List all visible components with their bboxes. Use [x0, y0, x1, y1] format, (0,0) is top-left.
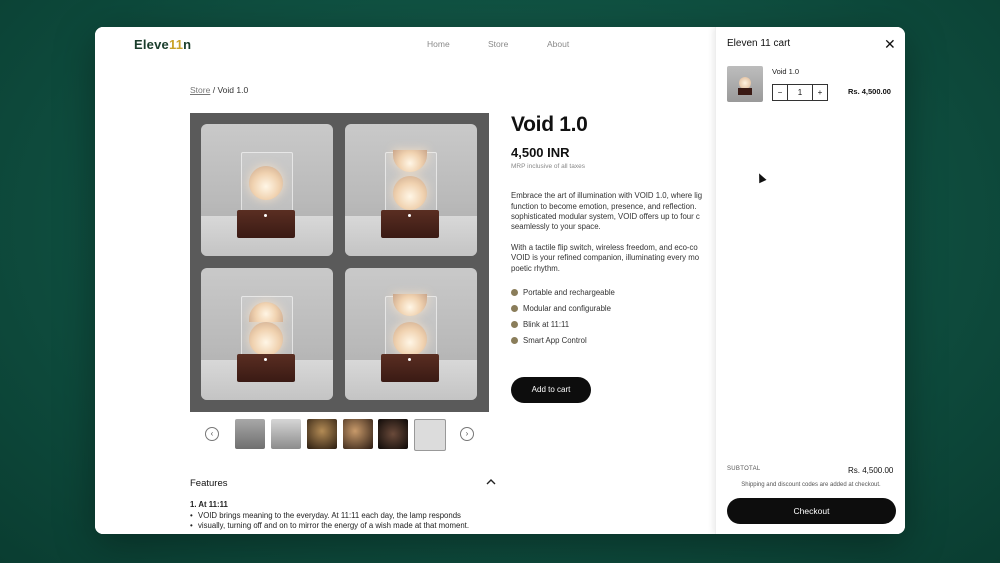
- shipping-note: Shipping and discount codes are added at…: [741, 482, 881, 488]
- description-line: VOID is your refined companion, illumina…: [511, 253, 700, 262]
- quantity-value[interactable]: 1: [788, 85, 812, 100]
- thumbnail-6[interactable]: [414, 419, 446, 451]
- product-image[interactable]: [190, 113, 489, 412]
- feature-item-text: VOID brings meaning to the everyday. At …: [190, 511, 500, 522]
- subtotal-value: Rs. 4,500.00: [848, 466, 894, 475]
- breadcrumb: Store / Void 1.0: [190, 85, 248, 95]
- description-line: sophisticated modular system, VOID offer…: [511, 212, 700, 221]
- logo-text: Eleve: [134, 37, 169, 52]
- lamp-image-tile: [201, 268, 333, 400]
- checkout-button[interactable]: Checkout: [727, 498, 896, 524]
- description-line: function to become emotion, presence, an…: [511, 202, 697, 211]
- breadcrumb-current: Void 1.0: [217, 85, 249, 95]
- product-page: Eleve11n Home Store About Store / Void 1…: [95, 27, 715, 534]
- description-line: seamlessly to your space.: [511, 222, 601, 231]
- decrease-quantity-button[interactable]: −: [773, 85, 788, 100]
- close-icon[interactable]: ✕: [884, 37, 896, 51]
- feature-bullet: Blink at 11:11: [511, 320, 569, 329]
- thumbnail-4[interactable]: [343, 419, 373, 449]
- features-heading[interactable]: Features: [190, 478, 228, 489]
- cart-title: Eleven 11 cart: [727, 38, 791, 49]
- description-line: With a tactile flip switch, wireless fre…: [511, 243, 698, 252]
- breadcrumb-store[interactable]: Store: [190, 85, 210, 95]
- cart-item-image: [727, 66, 763, 102]
- nav-home[interactable]: Home: [427, 39, 450, 49]
- lamp-image-tile: [345, 124, 477, 256]
- nav-store[interactable]: Store: [488, 39, 508, 49]
- feature-bullet: Smart App Control: [511, 336, 587, 345]
- thumbnail-5[interactable]: [378, 419, 408, 449]
- description-line: Embrace the art of illumination with VOI…: [511, 191, 703, 200]
- feature-item-text: visually, turning off and on to mirror t…: [190, 521, 500, 532]
- lamp-image-tile: [201, 124, 333, 256]
- mrp-note: MRP inclusive of all taxes: [511, 163, 585, 170]
- features-list: 1. At 11:11 VOID brings meaning to the e…: [190, 500, 500, 532]
- thumbnail-2[interactable]: [271, 419, 301, 449]
- thumbnail-3[interactable]: [307, 419, 337, 449]
- next-image-icon[interactable]: ›: [460, 427, 474, 441]
- thumbnail-1[interactable]: [235, 419, 265, 449]
- quantity-stepper: − 1 +: [772, 84, 828, 101]
- logo-text-end: n: [183, 37, 192, 52]
- cart-item-name[interactable]: Void 1.0: [772, 67, 799, 76]
- nav-about[interactable]: About: [547, 39, 569, 49]
- product-title: Void 1.0: [511, 113, 588, 136]
- increase-quantity-button[interactable]: +: [812, 85, 827, 100]
- previous-image-icon[interactable]: ‹: [205, 427, 219, 441]
- site-logo[interactable]: Eleve11n: [134, 37, 191, 52]
- description-line: poetic rhythm.: [511, 264, 560, 273]
- subtotal-label: SUBTOTAL: [727, 466, 761, 472]
- site-header: Eleve11n Home Store About: [95, 27, 715, 61]
- product-price: 4,500 INR: [511, 145, 570, 160]
- cart-drawer: Eleven 11 cart ✕ Void 1.0 − 1 + Rs. 4,50…: [715, 27, 905, 534]
- feature-bullet: Portable and rechargeable: [511, 288, 615, 297]
- logo-accent: 11: [168, 37, 184, 52]
- thumbnail-strip: ‹ ›: [190, 419, 489, 451]
- cart-item-price: Rs. 4,500.00: [848, 87, 891, 96]
- feature-bullet: Modular and configurable: [511, 304, 611, 313]
- chevron-up-icon[interactable]: [486, 478, 496, 489]
- breadcrumb-separator: /: [212, 85, 216, 95]
- browser-window: Eleve11n Home Store About Store / Void 1…: [95, 27, 905, 534]
- lamp-image-tile: [345, 268, 477, 400]
- feature-item-title: 1. At 11:11: [190, 500, 228, 509]
- add-to-cart-button[interactable]: Add to cart: [511, 377, 591, 403]
